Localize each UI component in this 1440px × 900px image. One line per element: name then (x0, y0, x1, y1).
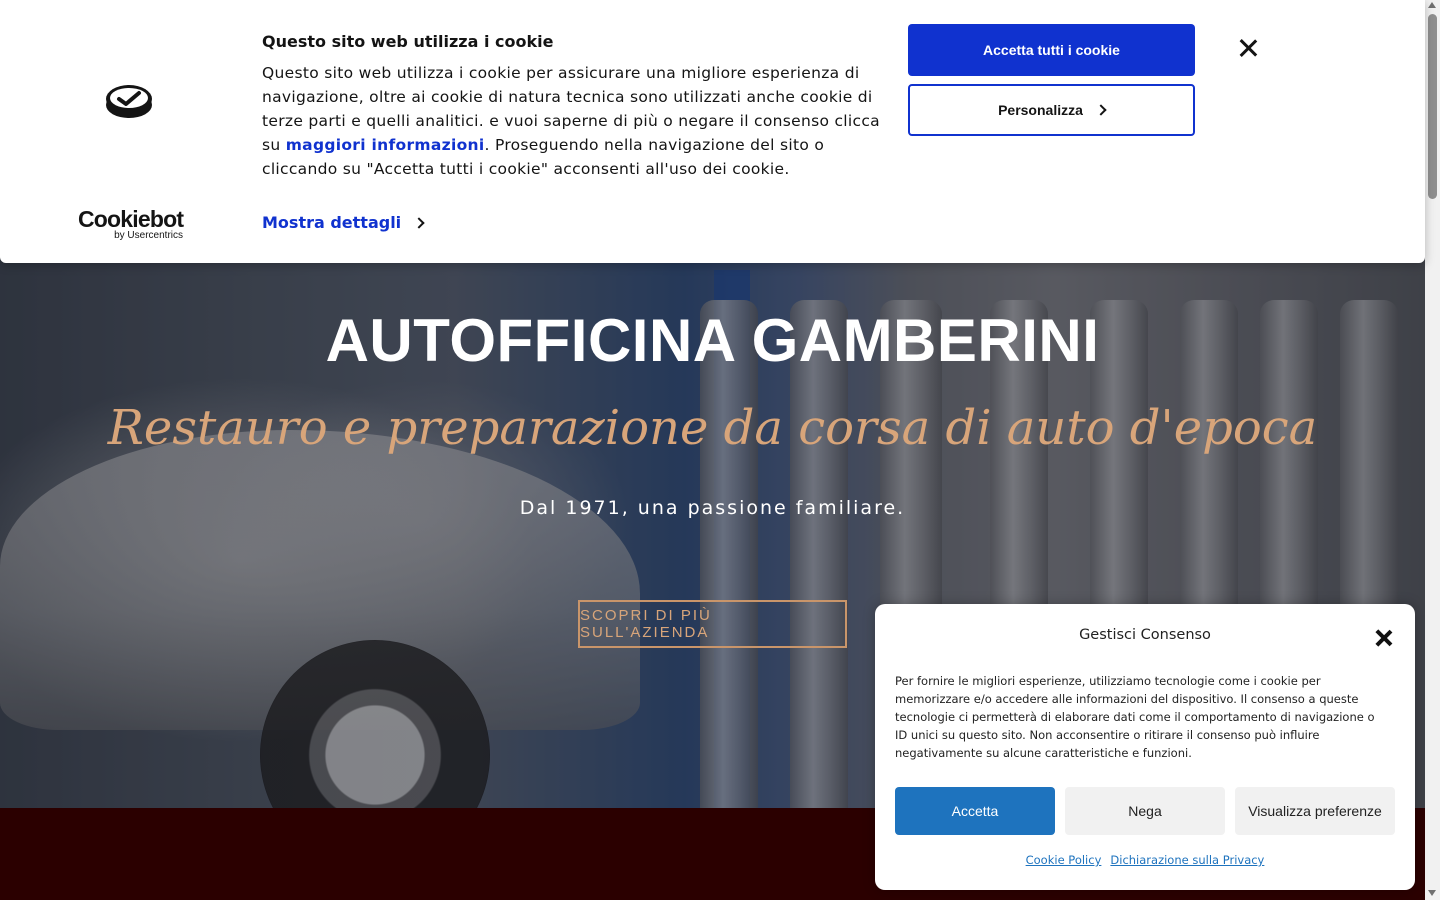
consent-links: Cookie Policy Dichiarazione sulla Privac… (875, 853, 1415, 867)
more-info-link[interactable]: maggiori informazioni (286, 136, 485, 154)
consent-manager-dialog: Gestisci Consenso Per fornire le miglior… (875, 604, 1415, 890)
customize-button[interactable]: Personalizza (908, 84, 1195, 136)
customize-label: Personalizza (998, 102, 1083, 118)
view-preferences-button[interactable]: Visualizza preferenze (1235, 787, 1395, 835)
chevron-right-icon (413, 216, 425, 229)
show-details-label: Mostra dettagli (262, 213, 402, 232)
scroll-up-arrow-icon[interactable] (1428, 2, 1436, 8)
scroll-down-arrow-icon[interactable] (1428, 890, 1436, 896)
hero-tagline: Dal 1971, una passione familiare. (519, 497, 906, 519)
show-details-link[interactable]: Mostra dettagli (262, 213, 425, 232)
consent-text: Per fornire le migliori esperienze, util… (895, 674, 1375, 760)
consent-title: Gestisci Consenso (1079, 627, 1211, 643)
hero-title: AUTOFFICINA GAMBERINI (325, 307, 1100, 374)
accept-all-cookies-button[interactable]: Accetta tutti i cookie (908, 24, 1195, 76)
cookiebot-logo-icon (106, 85, 152, 118)
cookie-policy-link[interactable]: Cookie Policy (1026, 853, 1102, 867)
page-scrollbar[interactable] (1425, 0, 1440, 900)
close-icon[interactable] (1237, 37, 1259, 59)
hero-subtitle: Restauro e preparazione da corsa di auto… (107, 400, 1318, 456)
cookie-banner-text: Questo sito web utilizza i cookie per as… (262, 61, 882, 181)
cookiebot-banner: Cookiebot by Usercentrics Questo sito we… (0, 0, 1425, 263)
cookie-banner-title: Questo sito web utilizza i cookie (262, 32, 554, 51)
about-company-button[interactable]: SCOPRI DI PIÙ SULL'AZIENDA (578, 600, 847, 648)
privacy-statement-link[interactable]: Dichiarazione sulla Privacy (1110, 853, 1264, 867)
chevron-right-icon (1095, 104, 1107, 116)
cookiebot-brand: Cookiebot by Usercentrics (78, 206, 184, 241)
accept-button[interactable]: Accetta (895, 787, 1055, 835)
scrollbar-thumb[interactable] (1428, 14, 1437, 199)
deny-button[interactable]: Nega (1065, 787, 1225, 835)
close-icon[interactable] (1374, 628, 1394, 648)
cookiebot-brand-name: Cookiebot (78, 206, 184, 232)
